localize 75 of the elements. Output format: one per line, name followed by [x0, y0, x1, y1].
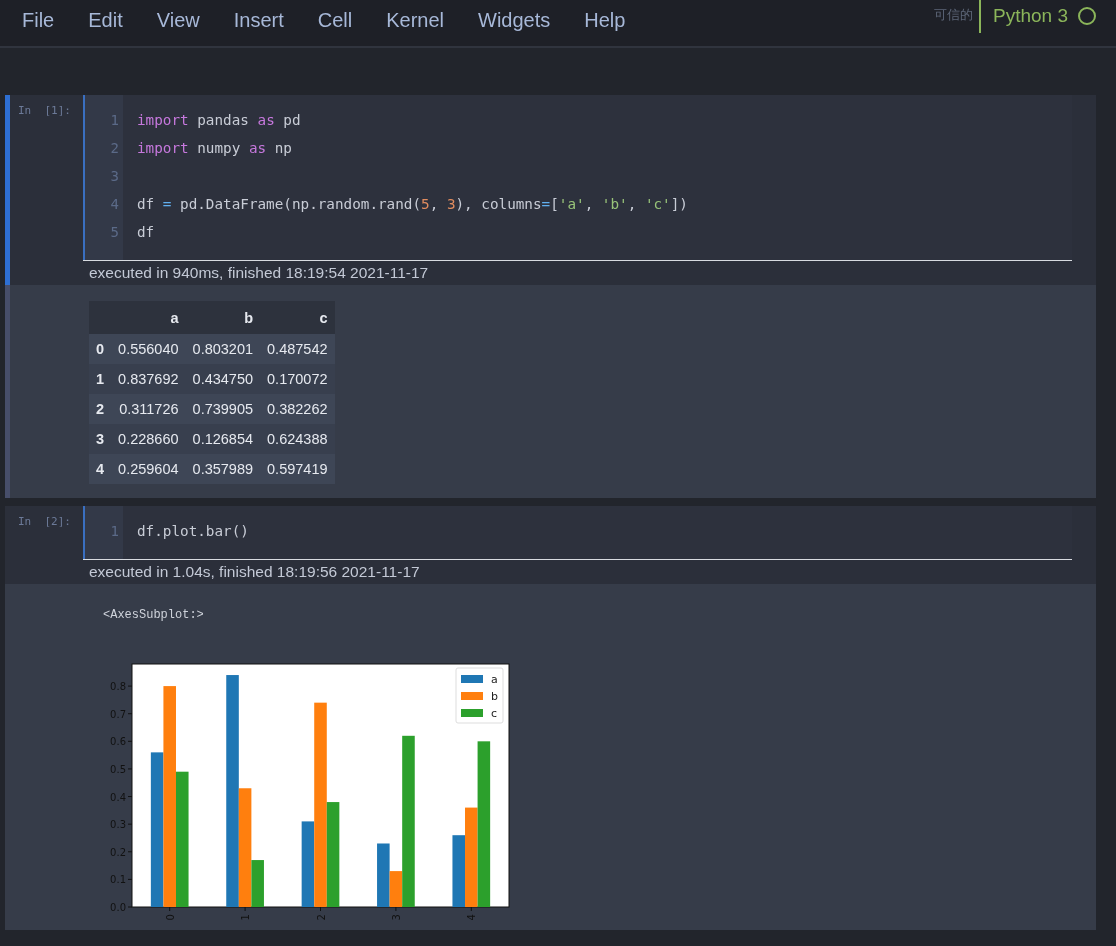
table-cell: 0.126854 — [185, 424, 261, 454]
row-index: 3 — [89, 424, 112, 454]
row-index: 4 — [89, 454, 112, 484]
row-index: 2 — [89, 394, 112, 424]
y-tick-label: 0.6 — [110, 736, 126, 748]
tick-mark — [395, 906, 397, 912]
menu-item[interactable]: Kernel — [386, 0, 444, 40]
menu-item[interactable]: Widgets — [478, 0, 551, 40]
table-cell: 0.228660 — [111, 424, 186, 454]
y-tick: 0.3 — [110, 819, 133, 831]
code-line: df.plot.bar() — [137, 522, 249, 541]
row-index: 1 — [89, 364, 112, 394]
table-cell: 0.739905 — [185, 394, 261, 424]
y-tick: 0.8 — [110, 681, 133, 693]
table-cell: 0.357989 — [185, 454, 261, 484]
table-cell: 0.170072 — [260, 364, 335, 394]
y-tick-label: 0.3 — [110, 819, 126, 831]
y-tick: 0.5 — [110, 763, 133, 775]
kernel-name[interactable]: Python 3 — [979, 0, 1068, 33]
tick-mark — [470, 906, 472, 912]
column-header: a — [111, 301, 186, 334]
table-cell: 0.624388 — [260, 424, 335, 454]
y-tick-label: 0.4 — [110, 791, 126, 803]
y-tick: 0.4 — [110, 791, 133, 803]
table-cell: 0.311726 — [111, 394, 186, 424]
cell-prompt: In [1]: — [17, 103, 72, 119]
menu-item[interactable]: Cell — [317, 0, 353, 40]
code-line: import pandas as pd — [137, 111, 302, 130]
y-tick-label: 0.5 — [110, 763, 126, 775]
code-line: import numpy as np — [137, 139, 293, 158]
x-tick-label: 1 — [240, 914, 252, 921]
column-header: c — [260, 301, 335, 334]
table-cell: 0.556040 — [111, 334, 186, 364]
output-text: <AxesSubplot:> — [102, 607, 205, 622]
line-number: 1 — [109, 111, 119, 130]
cell-prompt: In [2]: — [17, 514, 72, 530]
table-cell: 0.259604 — [111, 454, 186, 484]
tick-mark — [320, 906, 321, 912]
menu-item[interactable]: Insert — [233, 0, 284, 40]
table-cell: 0.803201 — [185, 334, 261, 364]
x-tick-label: 4 — [466, 914, 478, 921]
bar — [452, 835, 465, 907]
line-number: 4 — [109, 195, 119, 214]
legend-label: b — [491, 690, 498, 703]
table-cell: 0.597419 — [260, 454, 335, 484]
y-tick-label: 0.8 — [110, 681, 126, 693]
table-cell: 0.487542 — [260, 334, 335, 364]
line-number: 2 — [109, 139, 119, 158]
menu-item[interactable]: Edit — [88, 0, 123, 40]
y-tick: 0.2 — [110, 846, 133, 858]
line-number: 5 — [109, 223, 119, 242]
table-cell: 0.434750 — [185, 364, 261, 394]
code-line: df — [137, 223, 156, 242]
y-tick: 0.6 — [110, 736, 133, 748]
legend-label: a — [491, 673, 498, 686]
y-tick-label: 0.2 — [110, 846, 126, 858]
legend-label: c — [491, 707, 498, 720]
y-tick-label: 0.1 — [110, 874, 126, 886]
menu-item[interactable]: File — [22, 0, 55, 40]
notebook-cell[interactable] — [5, 95, 1096, 498]
menu-item[interactable]: Help — [584, 0, 626, 40]
y-tick: 0.1 — [110, 874, 133, 886]
code-line: df = pd.DataFrame(np.random.rand(5, 3), columns=['a', 'b', 'c']) — [137, 195, 688, 214]
table-cell: 0.382262 — [260, 394, 335, 424]
tick-mark — [169, 906, 171, 912]
line-number: 1 — [109, 522, 119, 541]
tick-mark — [244, 906, 246, 912]
row-index: 0 — [89, 334, 112, 364]
column-header: b — [185, 301, 261, 334]
x-tick-label: 0 — [164, 914, 176, 921]
y-tick-label: 0.7 — [110, 708, 126, 720]
table-cell: 0.837692 — [111, 364, 186, 394]
menu-item[interactable]: View — [156, 0, 200, 40]
line-number: 3 — [109, 167, 119, 186]
y-tick: 0.7 — [110, 708, 133, 720]
